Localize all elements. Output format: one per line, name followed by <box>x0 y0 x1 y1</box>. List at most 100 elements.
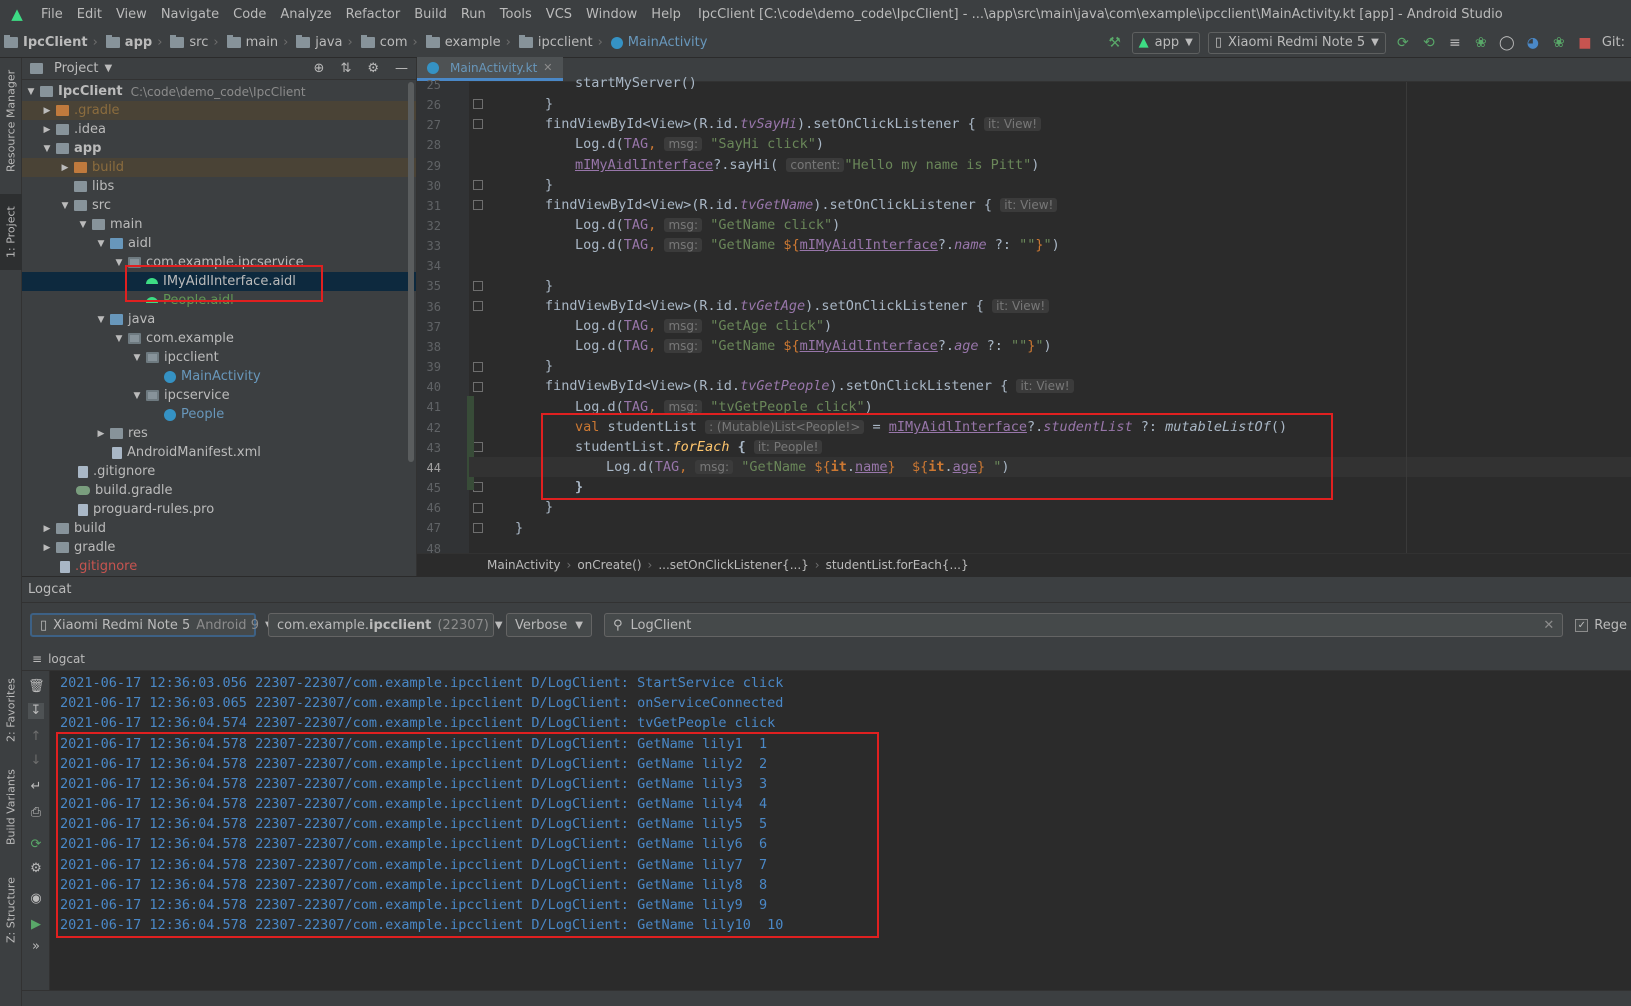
logcat-output[interactable]: 2021-06-17 12:36:03.056 22307-22307/com.… <box>60 673 1620 973</box>
expanded-arrow-icon[interactable]: ▼ <box>130 353 144 363</box>
hide-panel-icon[interactable]: — <box>395 61 408 76</box>
tree-item-app[interactable]: ▼ app <box>22 139 416 158</box>
menu-help[interactable]: Help <box>644 7 688 22</box>
checkbox-checked-icon[interactable]: ✓ <box>1575 618 1589 632</box>
breadcrumb-mainactivity[interactable]: MainActivity <box>607 35 712 50</box>
trash-icon[interactable]: 🗑 <box>28 679 45 695</box>
menu-window[interactable]: Window <box>579 7 644 22</box>
tree-item-idea[interactable]: ▶ .idea <box>22 120 416 139</box>
sync-icon[interactable]: ≡ <box>1446 35 1464 51</box>
tree-item-src[interactable]: ▼ src <box>22 196 416 215</box>
expanded-arrow-icon[interactable]: ▼ <box>76 220 90 230</box>
scroll-to-end-icon[interactable]: ↧ <box>28 703 44 719</box>
menu-file[interactable]: File <box>34 7 70 22</box>
gear-icon[interactable]: ⚙ <box>367 61 379 76</box>
menu-refactor[interactable]: Refactor <box>339 7 408 22</box>
logcat-process-select[interactable]: com.example. ipcclient (22307) ▼ <box>268 613 503 637</box>
tree-item-ipcservice-pkg[interactable]: ▼ ipcservice <box>22 386 416 405</box>
tree-item-androidmanifest[interactable]: AndroidManifest.xml <box>22 443 416 462</box>
menu-build[interactable]: Build <box>407 7 454 22</box>
editor-crumb-listener[interactable]: ...setOnClickListener{...} <box>658 558 808 572</box>
tree-item-gradle[interactable]: ▶ gradle <box>22 538 416 557</box>
arrow-up-icon[interactable]: ↑ <box>28 729 44 745</box>
editor-crumb-class[interactable]: MainActivity <box>487 558 561 572</box>
collapsed-arrow-icon[interactable]: ▶ <box>58 163 72 173</box>
breadcrumb-example[interactable]: example › <box>422 35 515 50</box>
breadcrumb-ipcclient-pkg[interactable]: ipcclient › <box>515 35 607 50</box>
menu-view[interactable]: View <box>109 7 154 22</box>
gear-icon[interactable]: ⚙ <box>28 861 44 877</box>
collapsed-arrow-icon[interactable]: ▶ <box>94 429 108 439</box>
tree-item-imyaidlinterface-aidl[interactable]: IMyAidlInterface.aidl <box>22 272 416 291</box>
tree-item-libs[interactable]: libs <box>22 177 416 196</box>
tree-item-build-gradle[interactable]: build.gradle <box>22 481 416 500</box>
menu-analyze[interactable]: Analyze <box>273 7 338 22</box>
print-icon[interactable]: ⎙ <box>28 805 44 821</box>
breadcrumb-src[interactable]: src › <box>166 35 222 50</box>
device-select[interactable]: ▯ Xiaomi Redmi Note 5 ▼ <box>1207 31 1386 54</box>
editor-crumb-foreach[interactable]: studentList.forEach{...} <box>826 558 969 572</box>
breadcrumb-ipcclient[interactable]: IpcClient › <box>0 35 102 50</box>
chevron-down-icon[interactable]: ▼ <box>104 63 112 74</box>
restart-icon[interactable]: ⟳ <box>28 837 44 853</box>
project-scrollbar[interactable] <box>408 82 414 462</box>
breadcrumb-com[interactable]: com › <box>357 35 422 50</box>
tree-item-app-build[interactable]: ▶ build <box>22 158 416 177</box>
tree-item-ipcclient[interactable]: ▼ IpcClient C:\code\demo_code\IpcClient <box>22 82 416 101</box>
breadcrumb-main[interactable]: main › <box>223 35 293 50</box>
tree-item-java[interactable]: ▼ java <box>22 310 416 329</box>
collapsed-arrow-icon[interactable]: ▶ <box>40 543 54 553</box>
tree-item-aidl[interactable]: ▼ aidl <box>22 234 416 253</box>
expanded-arrow-icon[interactable]: ▼ <box>94 239 108 249</box>
expanded-arrow-icon[interactable]: ▼ <box>24 87 38 97</box>
tab-favorites[interactable]: 2: Favorites <box>0 668 22 752</box>
menu-vcs[interactable]: VCS <box>539 7 579 22</box>
menu-tools[interactable]: Tools <box>493 7 539 22</box>
debug-bug-icon[interactable]: ❀ <box>1472 35 1490 51</box>
breadcrumb-app[interactable]: app › <box>102 35 167 50</box>
logcat-subtab-label[interactable]: logcat <box>48 652 85 666</box>
make-project-hammer-icon[interactable]: ⚒ <box>1106 35 1124 51</box>
breadcrumb-java[interactable]: java › <box>292 35 356 50</box>
logcat-regex-checkbox[interactable]: ✓ Rege <box>1575 618 1631 633</box>
collapsed-arrow-icon[interactable]: ▶ <box>40 524 54 534</box>
expanded-arrow-icon[interactable]: ▼ <box>94 315 108 325</box>
tree-item-root-gitignore[interactable]: .gitignore <box>22 557 416 576</box>
tree-item-com-example-ipcservice[interactable]: ▼ com.example.ipcservice <box>22 253 416 272</box>
expanded-arrow-icon[interactable]: ▼ <box>112 334 126 344</box>
tab-project[interactable]: 1: Project <box>0 194 22 270</box>
stop-icon[interactable]: ■ <box>1576 35 1594 51</box>
locate-target-icon[interactable]: ⊕ <box>314 61 325 76</box>
tree-item-ipcclient-pkg[interactable]: ▼ ipcclient <box>22 348 416 367</box>
profile-icon[interactable]: ◕ <box>1524 35 1542 51</box>
tree-item-res[interactable]: ▶ res <box>22 424 416 443</box>
clear-search-icon[interactable]: ✕ <box>1543 618 1554 633</box>
expanded-arrow-icon[interactable]: ▼ <box>112 258 126 268</box>
tree-item-proguard-rules[interactable]: proguard-rules.pro <box>22 500 416 519</box>
logcat-device-select[interactable]: ▯Xiaomi Redmi Note 5Android 9▼ <box>30 613 273 637</box>
expanded-arrow-icon[interactable]: ▼ <box>58 201 72 211</box>
tree-item-build[interactable]: ▶ build <box>22 519 416 538</box>
camera-icon[interactable]: ◉ <box>28 891 44 907</box>
run-config-select[interactable]: ▲ app ▼ <box>1131 31 1200 54</box>
collapse-all-icon[interactable]: ⇅ <box>340 61 351 76</box>
tab-build-variants[interactable]: Build Variants <box>0 762 22 852</box>
code-area[interactable]: startMyServer() } findViewById<View>(R.i… <box>417 58 1631 556</box>
record-video-icon[interactable]: ▶ <box>28 917 44 933</box>
project-view-select[interactable]: Project <box>54 61 98 76</box>
tree-item-gradle-dir[interactable]: ▶ .gradle <box>22 101 416 120</box>
collapsed-arrow-icon[interactable]: ▶ <box>40 125 54 135</box>
expanded-arrow-icon[interactable]: ▼ <box>40 144 54 154</box>
expanded-arrow-icon[interactable]: ▼ <box>130 391 144 401</box>
menu-navigate[interactable]: Navigate <box>154 7 226 22</box>
more-icon[interactable]: » <box>28 939 44 955</box>
tree-item-com-example[interactable]: ▼ com.example <box>22 329 416 348</box>
tab-resource-manager[interactable]: Resource Manager <box>0 66 22 176</box>
coverage-icon[interactable]: ❀ <box>1550 35 1568 51</box>
logcat-search-input[interactable]: ⚲ LogClient ✕ <box>604 613 1564 637</box>
editor-crumb-method[interactable]: onCreate() <box>577 558 641 572</box>
tab-structure[interactable]: Z: Structure <box>0 868 22 952</box>
tree-item-app-gitignore[interactable]: .gitignore <box>22 462 416 481</box>
tree-item-mainactivity[interactable]: MainActivity <box>22 367 416 386</box>
menu-edit[interactable]: Edit <box>70 7 109 22</box>
